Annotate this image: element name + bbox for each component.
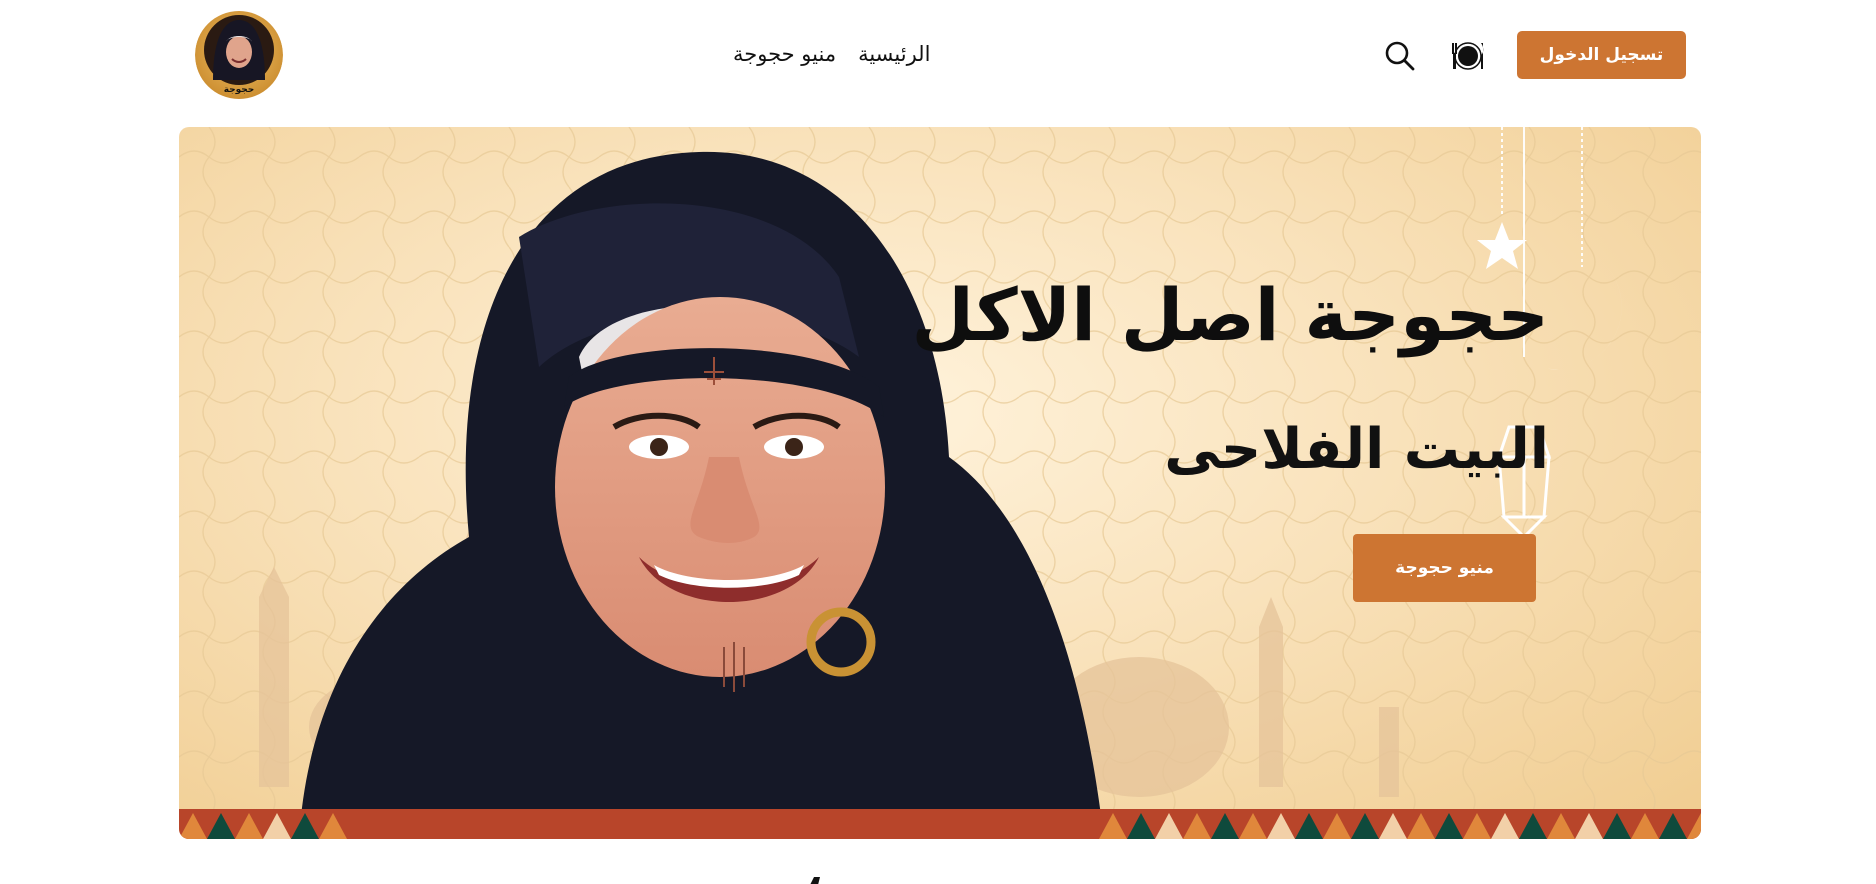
logo[interactable]: حجوجة xyxy=(195,10,283,100)
site-header: تسجيل الدخول الرئيسية منيو حجوجة حجوجة xyxy=(0,0,1876,110)
main-nav: الرئيسية منيو حجوجة xyxy=(733,36,930,72)
svg-text:حجوجة: حجوجة xyxy=(224,85,255,95)
next-section-title-fragment xyxy=(800,870,840,884)
logo-image: حجوجة xyxy=(195,11,283,99)
dish-icon[interactable] xyxy=(1447,36,1487,76)
hero-subtitle: البيت الفلاحى xyxy=(1164,417,1549,482)
hero-menu-button[interactable]: منيو حجوجة xyxy=(1353,534,1536,602)
hero-title: حجوجة اصل الاكل xyxy=(911,273,1549,357)
search-icon[interactable] xyxy=(1380,36,1420,76)
login-button[interactable]: تسجيل الدخول xyxy=(1517,31,1686,79)
nav-menu-link[interactable]: منيو حجوجة xyxy=(733,36,836,72)
nav-home-link[interactable]: الرئيسية xyxy=(858,36,930,72)
hero-illustration xyxy=(179,127,1701,839)
hero-banner: حجوجة اصل الاكل البيت الفلاحى منيو حجوجة xyxy=(179,127,1701,839)
